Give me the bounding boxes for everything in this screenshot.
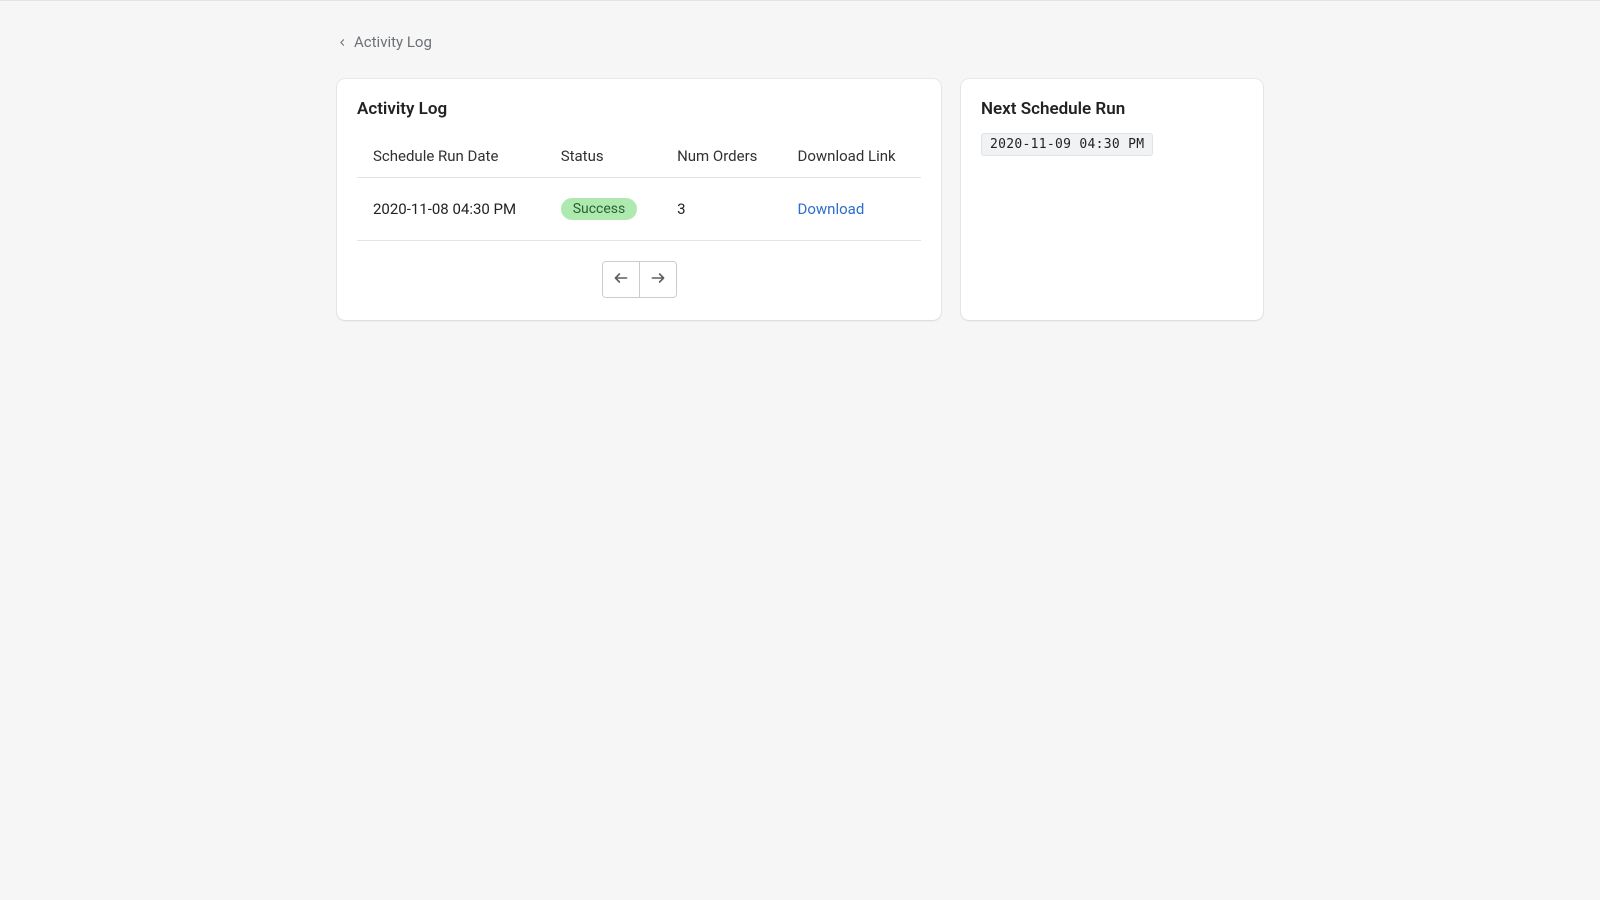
pagination-next-button[interactable]: [640, 262, 676, 297]
next-schedule-run-value: 2020-11-09 04:30 PM: [981, 133, 1153, 156]
chevron-left-icon: [337, 37, 348, 48]
breadcrumb-back[interactable]: Activity Log: [337, 33, 1263, 51]
pagination-prev-button[interactable]: [603, 262, 640, 297]
activity-log-table: Schedule Run Date Status Num Orders Down…: [357, 135, 921, 241]
cell-num-orders: 3: [661, 178, 781, 241]
breadcrumb-label: Activity Log: [354, 33, 432, 51]
column-header-num-orders: Num Orders: [661, 135, 781, 178]
arrow-right-icon: [650, 270, 666, 289]
arrow-left-icon: [613, 270, 629, 289]
table-row: 2020-11-08 04:30 PM Success 3 Download: [357, 178, 921, 241]
pagination: [337, 241, 941, 300]
cell-download-link: Download: [782, 178, 922, 241]
column-header-schedule-run-date: Schedule Run Date: [357, 135, 545, 178]
download-link[interactable]: Download: [798, 200, 865, 218]
cell-status: Success: [545, 178, 661, 241]
next-schedule-run-card: Next Schedule Run 2020-11-09 04:30 PM: [961, 79, 1263, 320]
activity-log-card: Activity Log Schedule Run Date Status Nu…: [337, 79, 941, 320]
next-schedule-run-title: Next Schedule Run: [981, 99, 1243, 133]
column-header-status: Status: [545, 135, 661, 178]
column-header-download-link: Download Link: [782, 135, 922, 178]
activity-log-title: Activity Log: [337, 99, 941, 129]
status-badge: Success: [561, 198, 638, 220]
cell-schedule-run-date: 2020-11-08 04:30 PM: [357, 178, 545, 241]
